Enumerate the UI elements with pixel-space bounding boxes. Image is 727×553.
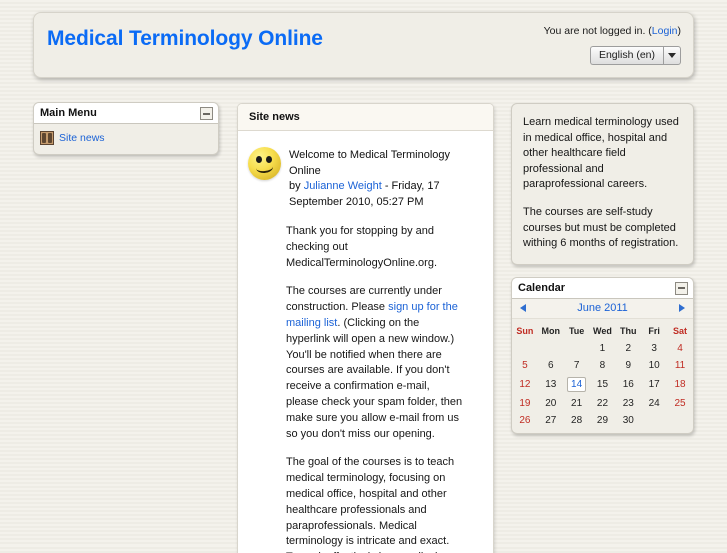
language-select-value[interactable]: English (en) bbox=[589, 46, 663, 65]
calendar-day-14[interactable]: 14 bbox=[564, 374, 590, 395]
minus-icon bbox=[678, 287, 685, 290]
calendar-weekday-thu: Thu bbox=[620, 325, 637, 336]
sidebar-item-label[interactable]: Site news bbox=[59, 132, 105, 144]
calendar-day-12[interactable]: 12 bbox=[512, 374, 538, 395]
news-post: Welcome to Medical Terminology Online by… bbox=[238, 131, 493, 553]
sidebar-item-site-news[interactable]: Site news bbox=[40, 130, 212, 146]
minus-icon bbox=[203, 112, 210, 115]
news-post-by-label: by bbox=[289, 180, 304, 192]
calendar-day-10[interactable]: 10 bbox=[641, 357, 667, 374]
calendar-day-29[interactable]: 29 bbox=[590, 412, 616, 429]
site-news-title: Site news bbox=[249, 111, 300, 123]
main-menu-collapse-button[interactable] bbox=[200, 107, 213, 120]
calendar-next-month-icon[interactable] bbox=[679, 304, 685, 313]
calendar-day-4[interactable]: 4 bbox=[667, 340, 693, 357]
main-content: Site news Welcome to Medical Terminology… bbox=[237, 103, 494, 553]
avatar bbox=[248, 147, 281, 180]
html-block-paragraph-2: The courses are self-study courses but m… bbox=[523, 205, 679, 250]
site-title: Medical Terminology Online bbox=[47, 27, 323, 50]
calendar-day-26[interactable]: 26 bbox=[512, 412, 538, 429]
calendar-day-25[interactable]: 25 bbox=[667, 395, 693, 412]
language-dropdown-button[interactable] bbox=[663, 46, 681, 65]
calendar-day-9[interactable]: 9 bbox=[615, 357, 641, 374]
news-post-paragraph-1: Thank you for stopping by and checking o… bbox=[286, 225, 438, 269]
calendar-day-22[interactable]: 22 bbox=[590, 395, 616, 412]
calendar-day-empty bbox=[564, 340, 590, 357]
calendar-day-24[interactable]: 24 bbox=[641, 395, 667, 412]
calendar-day-13[interactable]: 13 bbox=[538, 374, 564, 395]
login-link[interactable]: Login bbox=[652, 25, 678, 37]
calendar-block: Calendar June 2011 Sun Mon Tue Wed Thu Fri Sat… bbox=[511, 276, 694, 434]
calendar-day-19[interactable]: 19 bbox=[512, 395, 538, 412]
calendar-day-8[interactable]: 8 bbox=[590, 357, 616, 374]
site-news-header: Site news bbox=[238, 104, 493, 131]
forum-icon bbox=[40, 131, 54, 145]
calendar-week-row: 12 13 14 15 16 17 18 bbox=[512, 374, 693, 395]
html-info-block: Learn medical terminology used in medica… bbox=[511, 103, 694, 265]
login-info-text-end: ) bbox=[677, 25, 682, 37]
calendar-weekday-row: Sun Mon Tue Wed Thu Fri Sat bbox=[512, 321, 693, 340]
calendar-month-label[interactable]: June 2011 bbox=[526, 302, 679, 314]
calendar-day-2[interactable]: 2 bbox=[615, 340, 641, 357]
news-post-header: Welcome to Medical Terminology Online by… bbox=[248, 147, 481, 210]
calendar-day-15[interactable]: 15 bbox=[590, 374, 616, 395]
calendar-week-row: 19 20 21 22 23 24 25 bbox=[512, 395, 693, 412]
news-post-paragraph-2: The courses are currently under construc… bbox=[286, 284, 463, 442]
language-selector[interactable]: English (en) bbox=[589, 46, 681, 65]
news-post-meta: Welcome to Medical Terminology Online by… bbox=[289, 147, 481, 210]
calendar-day-30[interactable]: 30 bbox=[615, 412, 641, 429]
calendar-day-21[interactable]: 21 bbox=[564, 395, 590, 412]
calendar-day-20[interactable]: 20 bbox=[538, 395, 564, 412]
main-menu-title: Main Menu bbox=[40, 107, 97, 119]
calendar-table: Sun Mon Tue Wed Thu Fri Sat 1 2 3 4 5 6 7 8 9 10 11 12 13 1… bbox=[512, 321, 693, 429]
calendar-weekday-sun: Sun bbox=[516, 325, 534, 336]
news-post-subject: Welcome to Medical Terminology Online bbox=[289, 149, 450, 177]
calendar-day-empty bbox=[538, 340, 564, 357]
calendar-weekday-tue: Tue bbox=[568, 325, 585, 336]
calendar-weekday-mon: Mon bbox=[541, 325, 561, 336]
calendar-day-empty bbox=[512, 340, 538, 357]
calendar-day-1[interactable]: 1 bbox=[590, 340, 616, 357]
calendar-weekday-sat: Sat bbox=[673, 325, 688, 336]
main-menu-body: Site news bbox=[34, 124, 218, 154]
calendar-week-row: 1234 bbox=[512, 340, 693, 357]
avatar-smile-icon bbox=[255, 161, 274, 174]
chevron-down-icon bbox=[668, 53, 676, 58]
calendar-today-highlight: 14 bbox=[567, 376, 587, 392]
calendar-weekday-wed: Wed bbox=[593, 325, 612, 336]
calendar-day-18[interactable]: 18 bbox=[667, 374, 693, 395]
calendar-day-17[interactable]: 17 bbox=[641, 374, 667, 395]
calendar-day-7[interactable]: 7 bbox=[564, 357, 590, 374]
calendar-day-6[interactable]: 6 bbox=[538, 357, 564, 374]
paragraph-2-after-link: . (Clicking on the hyperlink will open a… bbox=[286, 316, 463, 440]
login-info: You are not logged in. (Login) bbox=[544, 25, 681, 37]
html-block-paragraph-1: Learn medical terminology used in medica… bbox=[523, 116, 679, 191]
calendar-day-27[interactable]: 27 bbox=[538, 412, 564, 429]
calendar-day-23[interactable]: 23 bbox=[615, 395, 641, 412]
login-info-text: You are not logged in. ( bbox=[543, 25, 652, 37]
main-menu-header: Main Menu bbox=[34, 103, 218, 124]
calendar-day-5[interactable]: 5 bbox=[512, 357, 538, 374]
calendar-nav: June 2011 bbox=[512, 298, 693, 319]
calendar-day-11[interactable]: 11 bbox=[667, 357, 693, 374]
calendar-weekday-fri: Fri bbox=[648, 325, 660, 336]
news-post-body: Thank you for stopping by and checking o… bbox=[248, 210, 481, 553]
calendar-day-3[interactable]: 3 bbox=[641, 340, 667, 357]
left-sidebar: Main Menu Site news bbox=[33, 102, 219, 155]
calendar-week-row: 5 6 7 8 9 10 11 bbox=[512, 357, 693, 374]
calendar-body: 1 2 3 4 5 6 7 8 9 10 11 12 13 14 15 16 17 18 19 20 21 22 23 24 2… bbox=[512, 340, 693, 429]
calendar-day-empty bbox=[667, 412, 693, 429]
page-header: Medical Terminology Online You are not l… bbox=[33, 12, 694, 78]
calendar-title: Calendar bbox=[518, 281, 566, 294]
calendar-day-empty bbox=[641, 412, 667, 429]
calendar-header: Calendar bbox=[512, 277, 693, 299]
calendar-week-row: 26 27 28 29 30 bbox=[512, 412, 693, 429]
news-post-author-link[interactable]: Julianne Weight bbox=[304, 180, 382, 192]
news-post-paragraph-3: The goal of the courses is to teach medi… bbox=[286, 456, 455, 553]
right-sidebar: Learn medical terminology used in medica… bbox=[511, 103, 694, 434]
calendar-day-16[interactable]: 16 bbox=[615, 374, 641, 395]
calendar-collapse-button[interactable] bbox=[675, 281, 688, 295]
main-menu-block: Main Menu Site news bbox=[33, 102, 219, 155]
calendar-day-28[interactable]: 28 bbox=[564, 412, 590, 429]
